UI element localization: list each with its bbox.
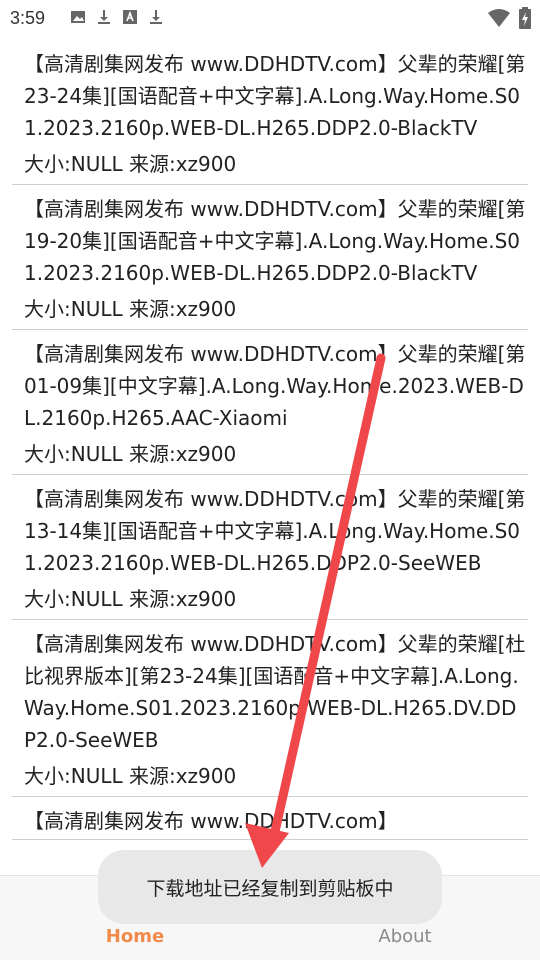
- result-list[interactable]: 【高清剧集网发布 www.DDHDTV.com】父辈的荣耀[第23-24集][国…: [0, 40, 540, 875]
- system-icons: [488, 7, 532, 33]
- list-item[interactable]: 【高清剧集网发布 www.DDHDTV.com】父辈的荣耀[第23-24集][国…: [12, 40, 528, 185]
- text-icon: [122, 9, 138, 25]
- list-item[interactable]: 【高清剧集网发布 www.DDHDTV.com】父辈的荣耀[杜比视界版本][第2…: [12, 620, 528, 797]
- image-icon: [70, 9, 86, 25]
- item-title: 【高清剧集网发布 www.DDHDTV.com】: [24, 809, 398, 833]
- list-item[interactable]: 【高清剧集网发布 www.DDHDTV.com】父辈的荣耀[第19-20集][国…: [12, 185, 528, 330]
- item-meta: 大小:NULL 来源:xz900: [24, 297, 237, 321]
- item-title: 【高清剧集网发布 www.DDHDTV.com】父辈的荣耀[第19-20集][国…: [24, 197, 526, 285]
- toast-text: 下载地址已经复制到剪贴板中: [146, 877, 394, 900]
- item-title: 【高清剧集网发布 www.DDHDTV.com】父辈的荣耀[第01-09集][中…: [24, 342, 526, 430]
- download-icon: [96, 9, 112, 25]
- nav-about-label: About: [378, 926, 432, 947]
- list-item[interactable]: 【高清剧集网发布 www.DDHDTV.com】: [12, 797, 528, 840]
- item-meta: 大小:NULL 来源:xz900: [24, 587, 237, 611]
- toast-message: 下载地址已经复制到剪贴板中: [98, 850, 442, 924]
- notification-icons: [70, 9, 164, 25]
- nav-home-label: Home: [105, 926, 165, 947]
- item-meta: 大小:NULL 来源:xz900: [24, 152, 237, 176]
- list-item[interactable]: 【高清剧集网发布 www.DDHDTV.com】父辈的荣耀[第01-09集][中…: [12, 330, 528, 475]
- wifi-icon: [488, 8, 510, 32]
- item-title: 【高清剧集网发布 www.DDHDTV.com】父辈的荣耀[第23-24集][国…: [24, 52, 526, 140]
- status-time: 3:59: [10, 8, 46, 28]
- download-icon: [148, 9, 164, 25]
- battery-charging-icon: [518, 7, 532, 33]
- list-item[interactable]: 【高清剧集网发布 www.DDHDTV.com】父辈的荣耀[第13-14集][国…: [12, 475, 528, 620]
- item-title: 【高清剧集网发布 www.DDHDTV.com】父辈的荣耀[杜比视界版本][第2…: [24, 632, 526, 752]
- item-meta: 大小:NULL 来源:xz900: [24, 764, 237, 788]
- item-meta: 大小:NULL 来源:xz900: [24, 442, 237, 466]
- item-title: 【高清剧集网发布 www.DDHDTV.com】父辈的荣耀[第13-14集][国…: [24, 487, 526, 575]
- status-bar: 3:59: [0, 0, 540, 36]
